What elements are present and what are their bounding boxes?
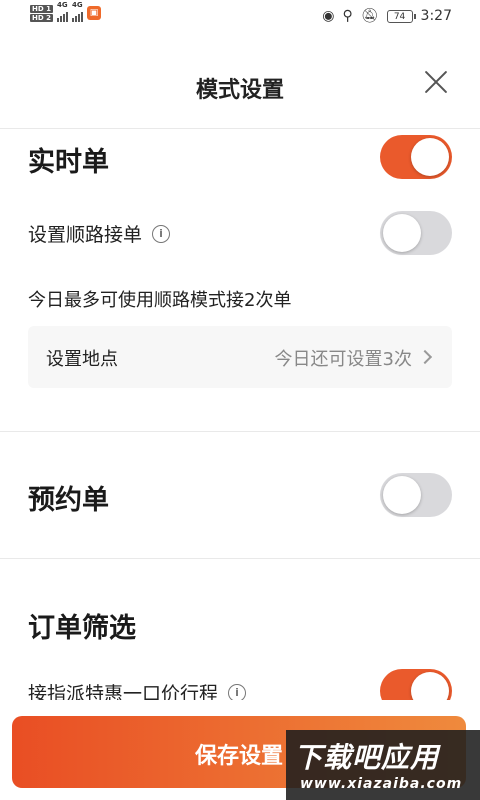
location-icon: ⚲ [342,8,353,24]
header: 模式设置 [0,50,480,122]
divider [0,128,480,129]
hd2-label: HD 2 [30,13,53,22]
info-icon[interactable]: i [152,224,171,243]
battery-icon: 74 [386,9,416,23]
section-title-filter: 订单筛选 [28,613,136,644]
net2-label: 4G [71,1,83,9]
app-notification-icon: ▣ [86,6,101,20]
set-location-label: 设置地点 [46,349,118,370]
divider [0,431,480,432]
status-bar: HD 1 HD 2 4G 4G ▣ ◉ ⚲ 🔕︎ 74 3:27 [0,0,480,34]
info-icon[interactable]: i [228,683,247,702]
realtime-toggle[interactable] [380,135,452,179]
page-title: 模式设置 [195,78,284,103]
watermark-url: www.xiazaiba.com [300,776,463,792]
mute-bell-icon: 🔕︎ [360,8,379,24]
signal-icon: 4G [56,1,68,22]
route-order-label: 设置顺路接单 [28,224,143,246]
status-right: ◉ ⚲ 🔕︎ 74 3:27 [322,8,452,24]
net1-label: 4G [56,1,68,9]
reservation-toggle[interactable] [380,473,452,517]
set-location-row[interactable]: 设置地点 今日还可设置3次 [28,326,452,388]
route-limit-note: 今日最多可使用顺路模式接2次单 [28,290,292,311]
watermark-text: 下载吧应用 [294,741,440,774]
watermark: 下载吧应用 www.xiazaiba.com [286,730,480,800]
eye-icon: ◉ [322,8,335,24]
set-location-remaining: 今日还可设置3次 [274,349,412,370]
close-icon[interactable] [418,64,454,100]
hd-indicator: HD 1 HD 2 [30,4,53,22]
section-title-reservation: 预约单 [28,485,109,516]
section-title-realtime: 实时单 [28,147,109,178]
hd1-label: HD 1 [30,4,53,13]
signal-icon-2: 4G [71,1,83,22]
status-left: HD 1 HD 2 4G 4G ▣ [30,1,101,22]
divider [0,558,480,559]
route-order-toggle[interactable] [380,211,452,255]
clock: 3:27 [420,8,452,24]
chevron-right-icon [417,349,433,365]
route-order-row: 设置顺路接单 i [28,220,171,247]
